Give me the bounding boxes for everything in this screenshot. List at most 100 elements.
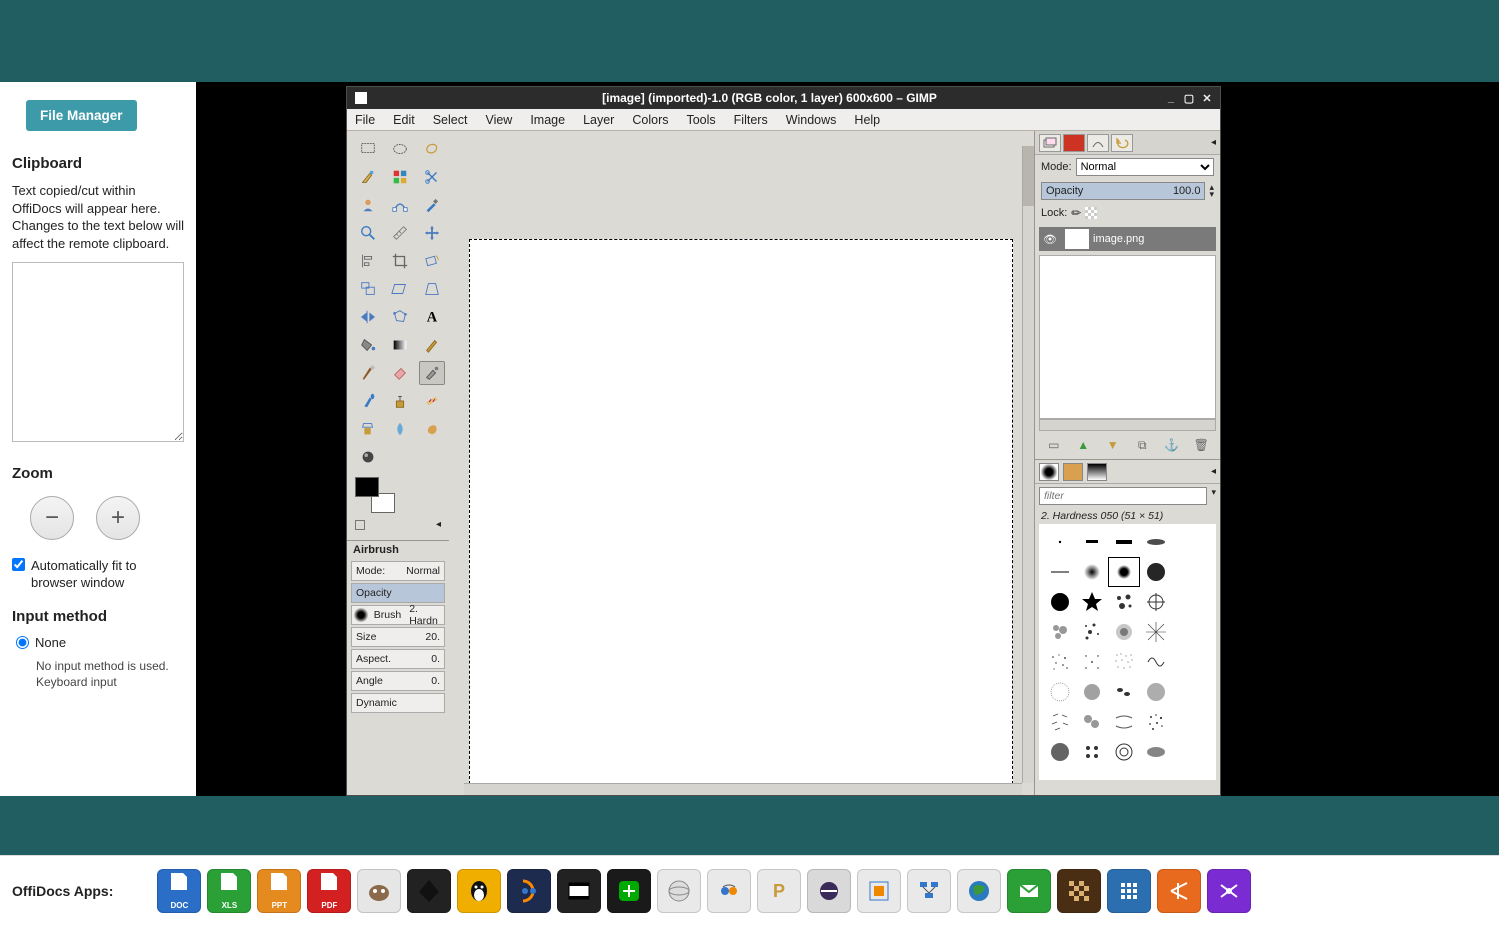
menu-select[interactable]: Select <box>433 113 468 127</box>
airbrush-tool[interactable] <box>419 361 445 385</box>
paths-tab-icon[interactable] <box>1087 134 1109 152</box>
app-pdf[interactable]: PDF <box>307 869 351 913</box>
app-p[interactable]: P <box>757 869 801 913</box>
brush-item[interactable] <box>1173 618 1203 646</box>
brush-item[interactable] <box>1141 588 1171 616</box>
menu-tools[interactable]: Tools <box>686 113 715 127</box>
layers-list-empty[interactable] <box>1039 255 1216 419</box>
text-tool[interactable]: A <box>419 305 445 329</box>
brush-item[interactable] <box>1077 738 1107 766</box>
zoom-tool[interactable] <box>355 221 381 245</box>
raise-layer-icon[interactable]: ▲ <box>1075 437 1091 453</box>
mode-value[interactable]: Normal <box>402 565 444 577</box>
app-inkscape[interactable] <box>407 869 451 913</box>
scale-tool[interactable] <box>355 277 381 301</box>
brush-item[interactable] <box>1109 708 1139 736</box>
app-eclipse[interactable] <box>807 869 851 913</box>
brush-value[interactable]: 2. Hardn <box>405 603 444 627</box>
image-canvas[interactable] <box>469 239 1013 789</box>
scissors-tool[interactable] <box>419 165 445 189</box>
brush-item[interactable] <box>1141 678 1171 706</box>
brushes-tab-icon[interactable] <box>1039 463 1059 481</box>
fg-color-swatch[interactable] <box>355 477 379 497</box>
app-vid2[interactable] <box>1157 869 1201 913</box>
layers-scrollbar[interactable] <box>1039 419 1216 431</box>
app-lmms[interactable] <box>607 869 651 913</box>
brush-item[interactable] <box>1045 618 1075 646</box>
channels-tab-icon[interactable] <box>1063 134 1085 152</box>
brush-item[interactable] <box>1173 738 1203 766</box>
brush-item[interactable] <box>1077 528 1107 556</box>
app-audio2[interactable] <box>707 869 751 913</box>
angle-value[interactable]: 0. <box>427 675 444 687</box>
perspective-tool[interactable] <box>419 277 445 301</box>
app-chess[interactable] <box>1057 869 1101 913</box>
brush-item[interactable] <box>1077 648 1107 676</box>
menu-colors[interactable]: Colors <box>632 113 668 127</box>
pencil-tool[interactable] <box>419 333 445 357</box>
brush-filter-input[interactable] <box>1039 487 1207 505</box>
app-globe[interactable] <box>657 869 701 913</box>
brush-item[interactable] <box>1109 648 1139 676</box>
layer-visibility-icon[interactable]: 👁 <box>1039 233 1061 246</box>
window-title-bar[interactable]: [image] (imported)-1.0 (RGB color, 1 lay… <box>347 87 1220 109</box>
brush-item[interactable] <box>1141 648 1171 676</box>
fuzzy-select-tool[interactable] <box>355 165 381 189</box>
app-doc[interactable]: DOC <box>157 869 201 913</box>
measure-tool[interactable] <box>387 221 413 245</box>
brush-item[interactable] <box>1109 528 1139 556</box>
brush-item[interactable] <box>1173 528 1203 556</box>
layer-opacity-slider[interactable]: Opacity 100.0 <box>1041 182 1205 200</box>
clipboard-textarea[interactable] <box>12 262 184 442</box>
brush-item[interactable] <box>1077 678 1107 706</box>
brush-item[interactable] <box>1173 588 1203 616</box>
menu-file[interactable]: File <box>355 113 375 127</box>
filter-dropdown-icon[interactable]: ▾ <box>1211 487 1216 505</box>
brush-item[interactable] <box>1141 708 1171 736</box>
brush-item[interactable] <box>1045 738 1075 766</box>
brush-item-selected[interactable] <box>1109 558 1139 586</box>
opacity-label[interactable]: Opacity <box>352 587 444 599</box>
app-video[interactable] <box>557 869 601 913</box>
brush-item[interactable] <box>1045 528 1075 556</box>
app-sweet[interactable] <box>857 869 901 913</box>
input-none-radio[interactable] <box>16 636 29 649</box>
brush-item[interactable] <box>1173 648 1203 676</box>
menu-windows[interactable]: Windows <box>786 113 837 127</box>
dock-menu-icon[interactable]: ◂ <box>1211 137 1216 148</box>
blend-tool[interactable] <box>387 333 413 357</box>
bucket-tool[interactable] <box>355 333 381 357</box>
app-xls[interactable]: XLS <box>207 869 251 913</box>
vertical-scrollbar[interactable] <box>1022 146 1034 783</box>
tool-options-tab-icon[interactable] <box>355 520 365 530</box>
app-tux[interactable] <box>457 869 501 913</box>
menu-edit[interactable]: Edit <box>393 113 415 127</box>
blur-tool[interactable] <box>387 417 413 441</box>
app-gimp[interactable] <box>357 869 401 913</box>
layer-mode-select[interactable]: Normal <box>1076 158 1214 176</box>
lock-pixels-icon[interactable]: ✏ <box>1071 206 1081 220</box>
brush-item[interactable] <box>1045 588 1075 616</box>
app-grid[interactable] <box>1107 869 1151 913</box>
app-earth[interactable] <box>957 869 1001 913</box>
heal-tool[interactable] <box>419 389 445 413</box>
tool-config-arrow-icon[interactable]: ◂ <box>436 519 441 530</box>
shear-tool[interactable] <box>387 277 413 301</box>
menu-filters[interactable]: Filters <box>734 113 768 127</box>
brush-item[interactable] <box>1077 708 1107 736</box>
lock-alpha-icon[interactable] <box>1085 207 1097 219</box>
maximize-button[interactable]: ▢ <box>1182 91 1196 105</box>
color-select-tool[interactable] <box>387 165 413 189</box>
move-tool[interactable] <box>419 221 445 245</box>
cage-tool[interactable] <box>387 305 413 329</box>
menu-image[interactable]: Image <box>530 113 565 127</box>
layer-item[interactable]: 👁 image.png <box>1039 227 1216 251</box>
menu-layer[interactable]: Layer <box>583 113 614 127</box>
brush-item[interactable] <box>1045 558 1075 586</box>
brush-item[interactable] <box>1109 588 1139 616</box>
brush-item[interactable] <box>1141 528 1171 556</box>
dynamic-label[interactable]: Dynamic <box>352 697 444 709</box>
brush-item[interactable] <box>1141 558 1171 586</box>
zoom-in-button[interactable]: + <box>96 496 140 540</box>
brush-dock-menu-icon[interactable]: ◂ <box>1211 466 1216 477</box>
